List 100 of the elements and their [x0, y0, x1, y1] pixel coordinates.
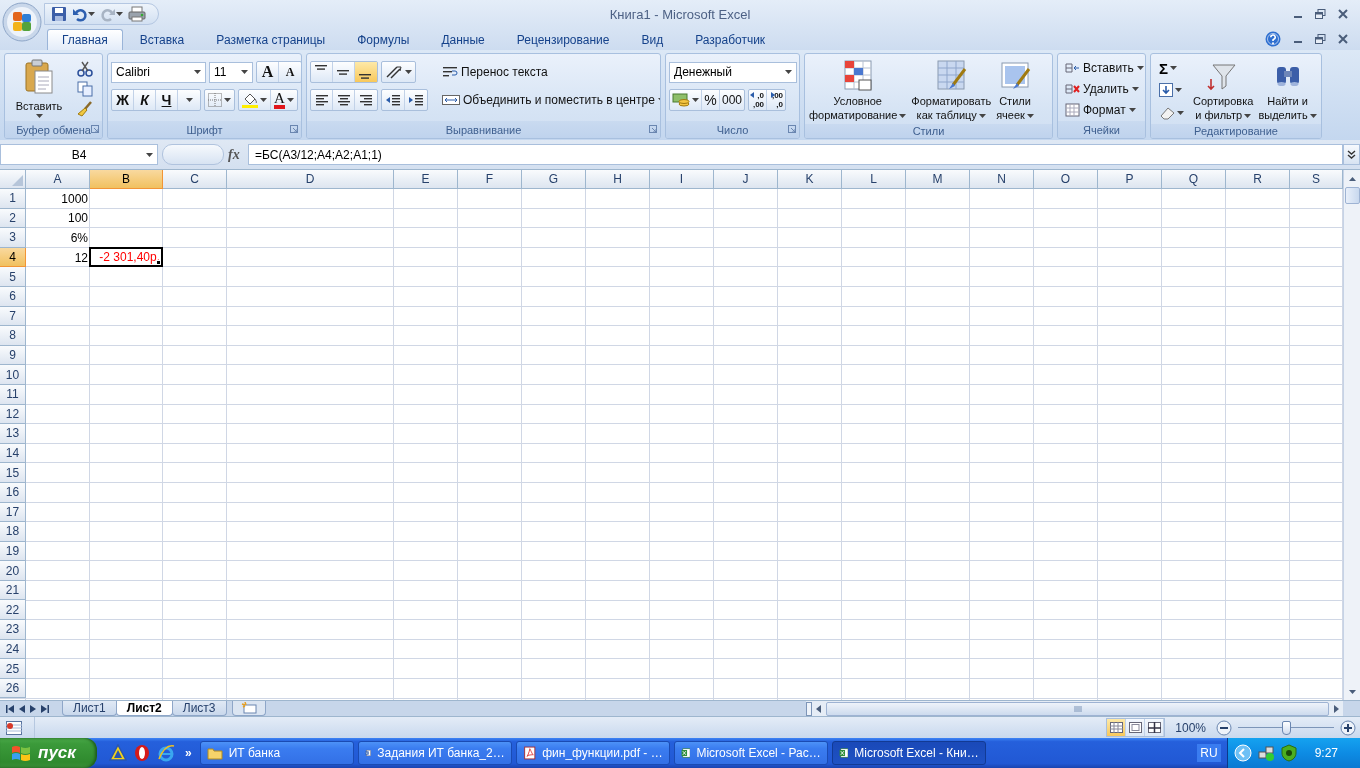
fill-handle[interactable]: [156, 260, 161, 266]
zoom-out-icon[interactable]: [1216, 719, 1232, 736]
column-header[interactable]: S: [1290, 170, 1343, 189]
orientation-button[interactable]: [381, 61, 416, 83]
find-select-button[interactable]: Найти и выделить: [1257, 57, 1318, 124]
column-header[interactable]: M: [906, 170, 970, 189]
undo-icon[interactable]: [72, 6, 88, 22]
table-cell[interactable]: 1000: [26, 189, 90, 209]
network-icon[interactable]: [1256, 744, 1275, 762]
fill-color-button[interactable]: [239, 90, 271, 110]
row-header[interactable]: 17: [0, 502, 26, 523]
currency-format-button[interactable]: [670, 90, 702, 110]
row-header[interactable]: 20: [0, 561, 26, 581]
italic-button[interactable]: К: [134, 90, 156, 110]
zoom-level[interactable]: 100%: [1175, 720, 1206, 735]
start-button[interactable]: пуск: [0, 738, 97, 768]
triangle-app-icon[interactable]: [109, 744, 127, 762]
row-header[interactable]: 1: [0, 189, 26, 209]
column-header[interactable]: A: [26, 170, 90, 189]
column-header[interactable]: H: [586, 170, 650, 189]
row-header[interactable]: 21: [0, 580, 26, 601]
column-header[interactable]: E: [394, 170, 458, 189]
table-cell[interactable]: 12: [26, 247, 90, 268]
row-header[interactable]: 16: [0, 482, 26, 503]
column-header[interactable]: L: [842, 170, 906, 189]
autosum-button[interactable]: Σ: [1158, 57, 1185, 79]
browser-icon[interactable]: [157, 744, 175, 762]
row-header[interactable]: 19: [0, 541, 26, 562]
row-header[interactable]: 24: [0, 639, 26, 660]
restore-icon[interactable]: [1315, 34, 1326, 44]
sort-filter-button[interactable]: Сортировка и фильтр: [1192, 57, 1255, 124]
next-sheet-icon[interactable]: [30, 704, 36, 713]
scroll-left-icon[interactable]: [814, 704, 824, 713]
ribbon-tab[interactable]: Разработчик: [680, 29, 781, 50]
ribbon-tab[interactable]: Вид: [626, 29, 679, 50]
percent-button[interactable]: %: [702, 90, 720, 110]
view-button[interactable]: [1107, 719, 1127, 736]
row-header[interactable]: 6: [0, 286, 26, 307]
thousands-separator-button[interactable]: 000: [720, 90, 745, 110]
taskbar-button[interactable]: Задания ИТ банка_2…: [357, 741, 512, 765]
column-header[interactable]: C: [163, 170, 227, 189]
row-header[interactable]: 3: [0, 228, 26, 248]
table-cell[interactable]: 6%: [26, 228, 90, 248]
increase-decimal-button[interactable]: ,0 ,00: [749, 90, 768, 110]
last-sheet-icon[interactable]: [41, 704, 49, 713]
grow-font-button[interactable]: A: [257, 62, 279, 82]
vertical-align-button[interactable]: [355, 62, 377, 82]
row-header[interactable]: 12: [0, 404, 26, 425]
decrease-decimal-button[interactable]: ,00 ,0: [767, 90, 786, 110]
macro-record-icon[interactable]: [6, 720, 22, 735]
row-header[interactable]: 22: [0, 600, 26, 621]
row-header[interactable]: 7: [0, 306, 26, 327]
ribbon-tab[interactable]: Разметка страницы: [201, 29, 341, 50]
scroll-thumb[interactable]: [1344, 187, 1360, 204]
column-header[interactable]: I: [650, 170, 714, 189]
row-header[interactable]: 10: [0, 365, 26, 385]
row-header[interactable]: 5: [0, 267, 26, 287]
opera-icon[interactable]: [133, 744, 151, 762]
paste-button[interactable]: Вставить: [8, 57, 70, 121]
merge-center-button[interactable]: Объединить и поместить в центре: [440, 89, 660, 110]
taskbar-button[interactable]: Microsoft Excel - Кни…: [831, 741, 986, 765]
format-as-table-button[interactable]: Форматировать как таблицу: [910, 57, 993, 124]
column-header[interactable]: B: [90, 170, 163, 189]
column-header[interactable]: F: [458, 170, 522, 189]
insert-function-button[interactable]: fx: [228, 144, 248, 165]
wrap-text-button[interactable]: Перенос текста: [440, 61, 660, 82]
prev-sheet-icon[interactable]: [19, 704, 25, 713]
sheet-tab[interactable]: Лист1: [62, 701, 117, 716]
copy-icon[interactable]: [77, 81, 93, 97]
row-header[interactable]: 15: [0, 463, 26, 483]
column-header[interactable]: O: [1034, 170, 1098, 189]
font-size-field[interactable]: 11: [209, 61, 253, 83]
view-button[interactable]: [1126, 719, 1146, 736]
help-icon[interactable]: [1265, 31, 1281, 47]
table-cell[interactable]: 100: [26, 208, 90, 229]
delete-cells-button[interactable]: Удалить: [1063, 78, 1145, 100]
shrink-font-button[interactable]: A: [279, 62, 301, 82]
insert-cells-button[interactable]: Вставить: [1063, 57, 1145, 79]
shield-icon[interactable]: [1279, 744, 1298, 762]
dialog-launcher-icon[interactable]: [91, 125, 99, 133]
column-header[interactable]: N: [970, 170, 1034, 189]
column-header[interactable]: R: [1226, 170, 1290, 189]
taskbar-button[interactable]: фин_функции.pdf - …: [515, 741, 670, 765]
zoom-slider[interactable]: [1238, 719, 1334, 736]
row-header[interactable]: 11: [0, 384, 26, 405]
row-header[interactable]: 25: [0, 659, 26, 679]
office-button-icon[interactable]: [2, 2, 42, 42]
name-box[interactable]: B4: [0, 144, 158, 165]
more-quick-launch-button[interactable]: »: [185, 746, 192, 760]
dialog-launcher-icon[interactable]: [788, 125, 796, 133]
bold-button[interactable]: Ж: [112, 90, 134, 110]
view-button[interactable]: [1145, 719, 1165, 736]
restore-icon[interactable]: [1315, 9, 1326, 19]
scroll-right-icon[interactable]: [1331, 704, 1341, 713]
formula-field[interactable]: =БС(A3/12;A4;A2;A1;1): [248, 144, 1343, 165]
row-header[interactable]: 2: [0, 208, 26, 229]
underline-button[interactable]: Ч: [156, 90, 178, 110]
row-header[interactable]: 9: [0, 345, 26, 366]
column-header[interactable]: J: [714, 170, 778, 189]
language-indicator[interactable]: RU: [1197, 744, 1221, 762]
